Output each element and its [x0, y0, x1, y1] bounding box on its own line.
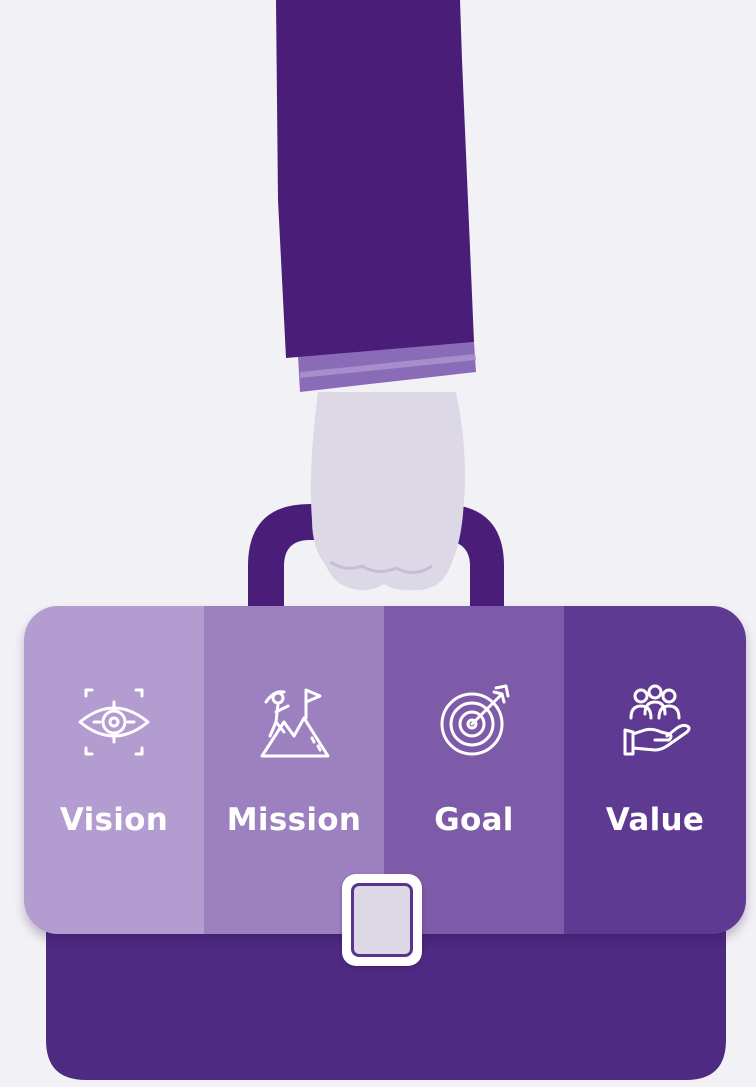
briefcase-clasp [342, 874, 422, 966]
briefcase-clasp-inner [351, 883, 413, 957]
sleeve [276, 0, 474, 358]
panel-label-value: Value [605, 802, 705, 838]
panel-label-mission: Mission [226, 802, 362, 838]
briefcase-illustration: Vision Mission Goal Value [0, 0, 756, 1087]
panel-value: Value [564, 606, 746, 934]
mountain-climber-flag-icon [254, 682, 334, 762]
eye-target-icon [74, 682, 154, 762]
target-arrow-icon [434, 682, 514, 762]
people-in-hand-icon [615, 682, 695, 762]
panel-label-vision: Vision [59, 802, 169, 838]
panel-vision: Vision [24, 606, 204, 934]
panel-label-goal: Goal [434, 802, 514, 838]
hand [310, 392, 465, 591]
